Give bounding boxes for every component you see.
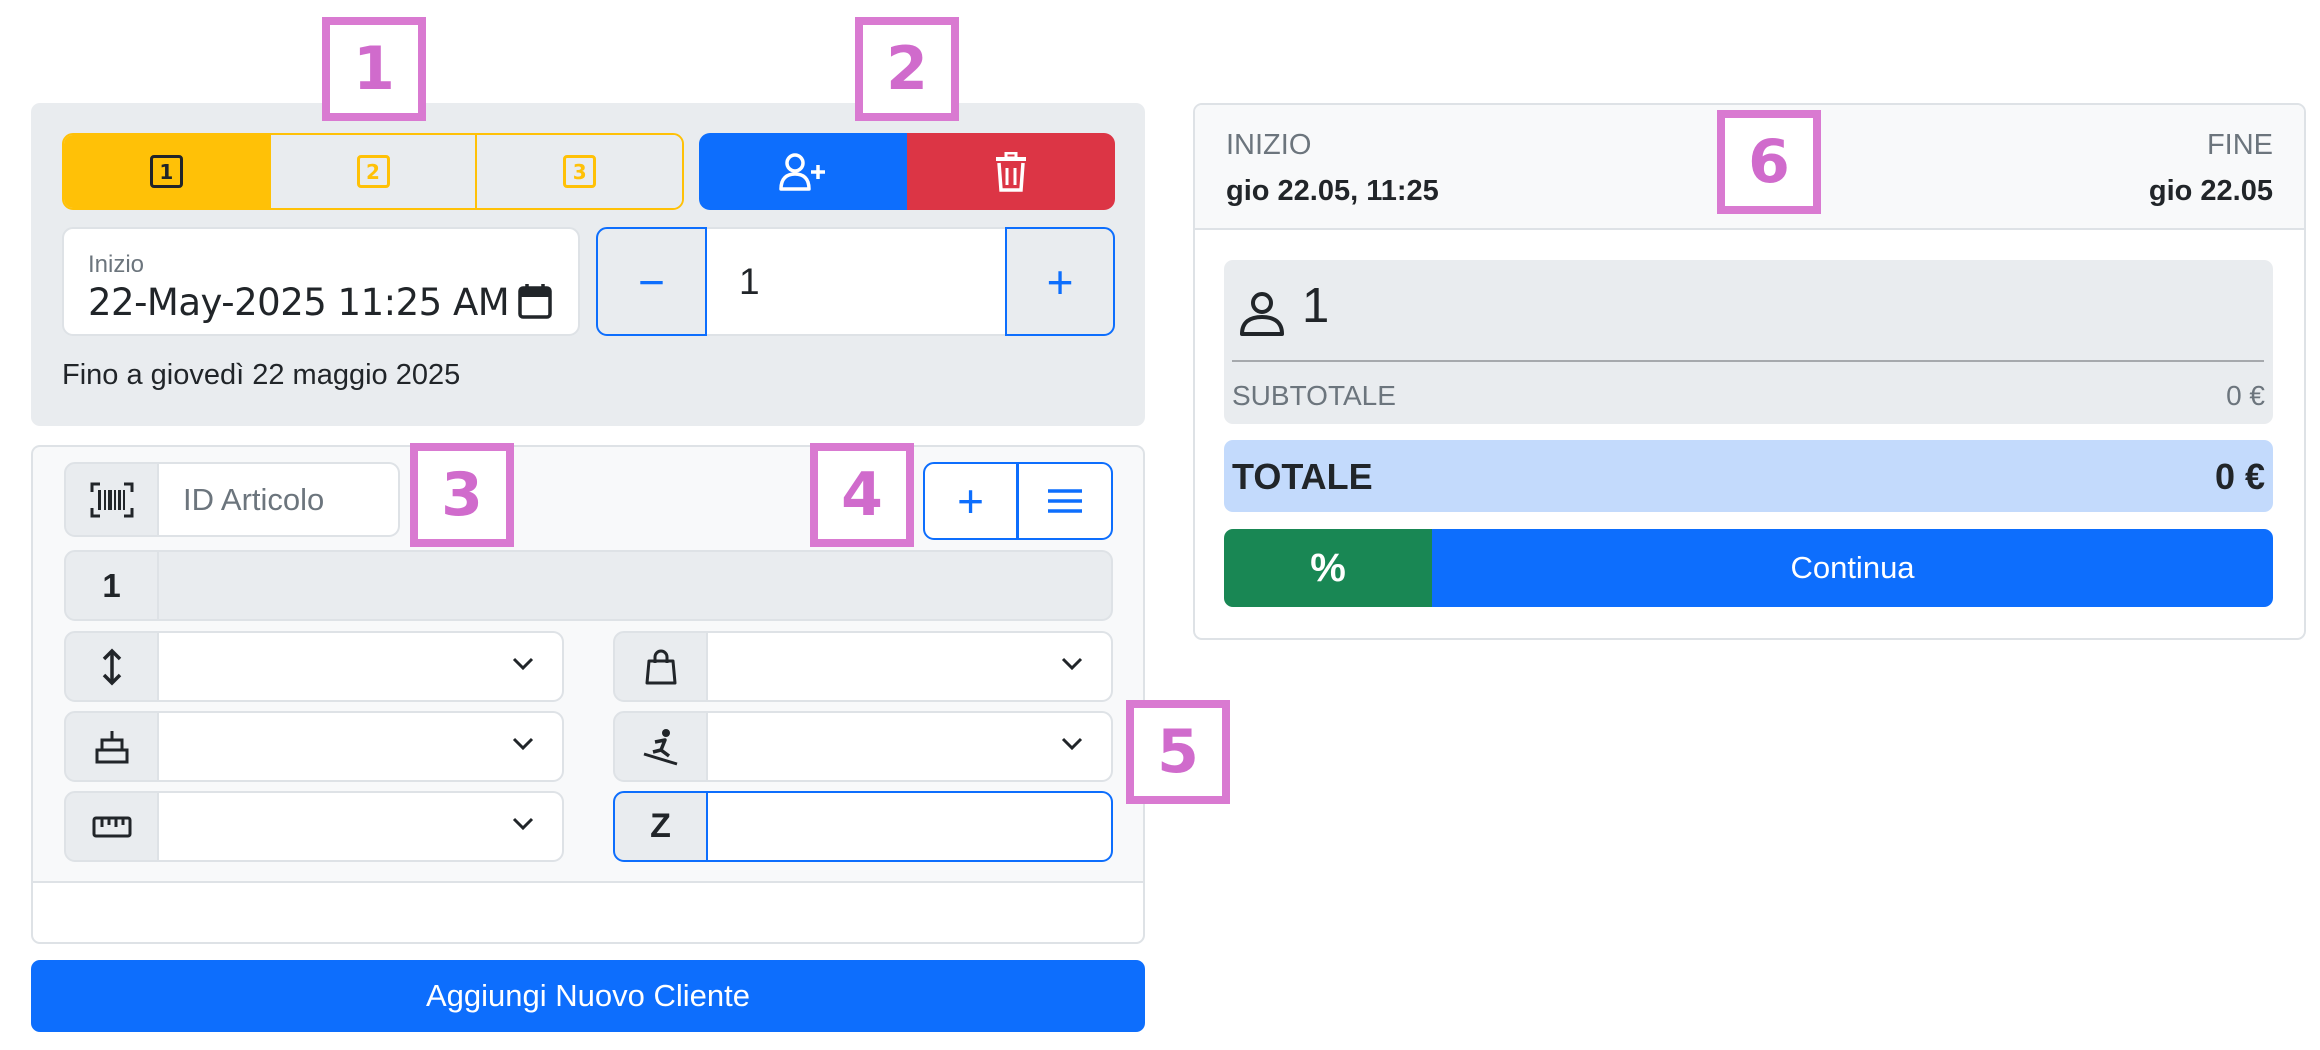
step-1-label: 1 xyxy=(149,155,183,188)
list-icon xyxy=(1048,489,1082,513)
add-user-button[interactable] xyxy=(699,133,907,210)
total-label: TOTALE xyxy=(1232,456,1373,497)
height-select[interactable] xyxy=(159,631,564,702)
increase-quantity-button[interactable]: + xyxy=(1005,227,1115,336)
calendar-icon[interactable] xyxy=(518,283,552,319)
age-addon xyxy=(64,711,159,782)
shoe-size-select[interactable] xyxy=(708,631,1113,702)
divider xyxy=(1232,360,2264,362)
delete-button[interactable] xyxy=(907,133,1115,210)
skier-icon xyxy=(643,728,677,765)
subtotal-label: SUBTOTALE xyxy=(1232,380,1396,411)
chevron-down-icon xyxy=(512,657,534,671)
total-bar: TOTALE 0 € xyxy=(1224,440,2273,512)
annotation-marker-3: 3 xyxy=(410,443,514,547)
discount-button[interactable]: % xyxy=(1224,529,1432,607)
chevron-down-icon xyxy=(512,817,534,831)
person-icon xyxy=(1240,292,1284,336)
end-label: FINE xyxy=(2206,129,2273,161)
annotation-marker-4: 4 xyxy=(810,443,914,547)
start-value: gio 22.05, 11:25 xyxy=(1226,175,1439,207)
skier-level-select[interactable] xyxy=(708,711,1113,782)
shoe-size-addon xyxy=(613,631,708,702)
z-value-input[interactable] xyxy=(708,791,1113,862)
shopping-bag-icon xyxy=(645,649,676,684)
step-3-button[interactable]: 3 xyxy=(475,135,682,208)
length-select[interactable] xyxy=(159,791,564,862)
article-list-button[interactable] xyxy=(1018,462,1113,540)
chevron-down-icon xyxy=(1061,657,1083,671)
subtotal-value: 0 € xyxy=(2226,380,2265,411)
client-count: 1 xyxy=(1302,279,1330,333)
start-datetime-label: Inizio xyxy=(88,251,145,278)
ruler-icon xyxy=(92,816,131,837)
total-value: 0 € xyxy=(2214,456,2265,497)
end-value: gio 22.05 xyxy=(2148,175,2273,207)
z-value-label: Z xyxy=(613,791,708,862)
client-summary-card: 1 SUBTOTALE 0 € xyxy=(1224,260,2273,424)
age-select[interactable] xyxy=(159,711,564,782)
start-label: INIZIO xyxy=(1226,129,1312,161)
trash-icon xyxy=(996,151,1026,192)
chevron-down-icon xyxy=(512,737,534,751)
person-plus-icon xyxy=(779,152,825,191)
step-3-label: 3 xyxy=(563,155,597,188)
step-selector: 1 2 3 xyxy=(62,133,684,210)
barcode-scan-button[interactable] xyxy=(64,462,159,537)
cake-icon xyxy=(95,730,128,763)
add-article-button[interactable]: + xyxy=(923,462,1018,540)
arrows-vertical-icon xyxy=(102,648,121,685)
start-datetime-field[interactable]: Inizio 22-May-2025 11:25 AM xyxy=(62,227,580,336)
until-date-text: Fino a giovedì 22 maggio 2025 xyxy=(62,359,461,391)
height-addon xyxy=(64,631,159,702)
annotation-marker-6: 6 xyxy=(1717,110,1821,214)
annotation-marker-5: 5 xyxy=(1126,700,1230,804)
quantity-value[interactable]: 1 xyxy=(707,227,1005,336)
step-1-button[interactable]: 1 xyxy=(64,135,269,208)
annotation-marker-1: 1 xyxy=(322,17,426,121)
annotation-marker-2: 2 xyxy=(855,17,959,121)
article-panel-footer xyxy=(31,881,1145,944)
step-2-button[interactable]: 2 xyxy=(268,135,476,208)
add-new-client-button[interactable]: Aggiungi Nuovo Cliente xyxy=(31,960,1145,1032)
barcode-icon xyxy=(90,482,133,517)
length-addon xyxy=(64,791,159,862)
step-2-label: 2 xyxy=(356,155,390,188)
decrease-quantity-button[interactable]: − xyxy=(596,227,707,336)
start-datetime-value[interactable]: 22-May-2025 11:25 AM xyxy=(88,281,510,324)
article-id-input[interactable]: ID Articolo xyxy=(159,462,400,537)
article-index-field xyxy=(159,550,1113,621)
chevron-down-icon xyxy=(1061,737,1083,751)
article-index-label: 1 xyxy=(64,550,159,621)
skier-level-addon xyxy=(613,711,708,782)
continue-button[interactable]: Continua xyxy=(1432,529,2273,607)
